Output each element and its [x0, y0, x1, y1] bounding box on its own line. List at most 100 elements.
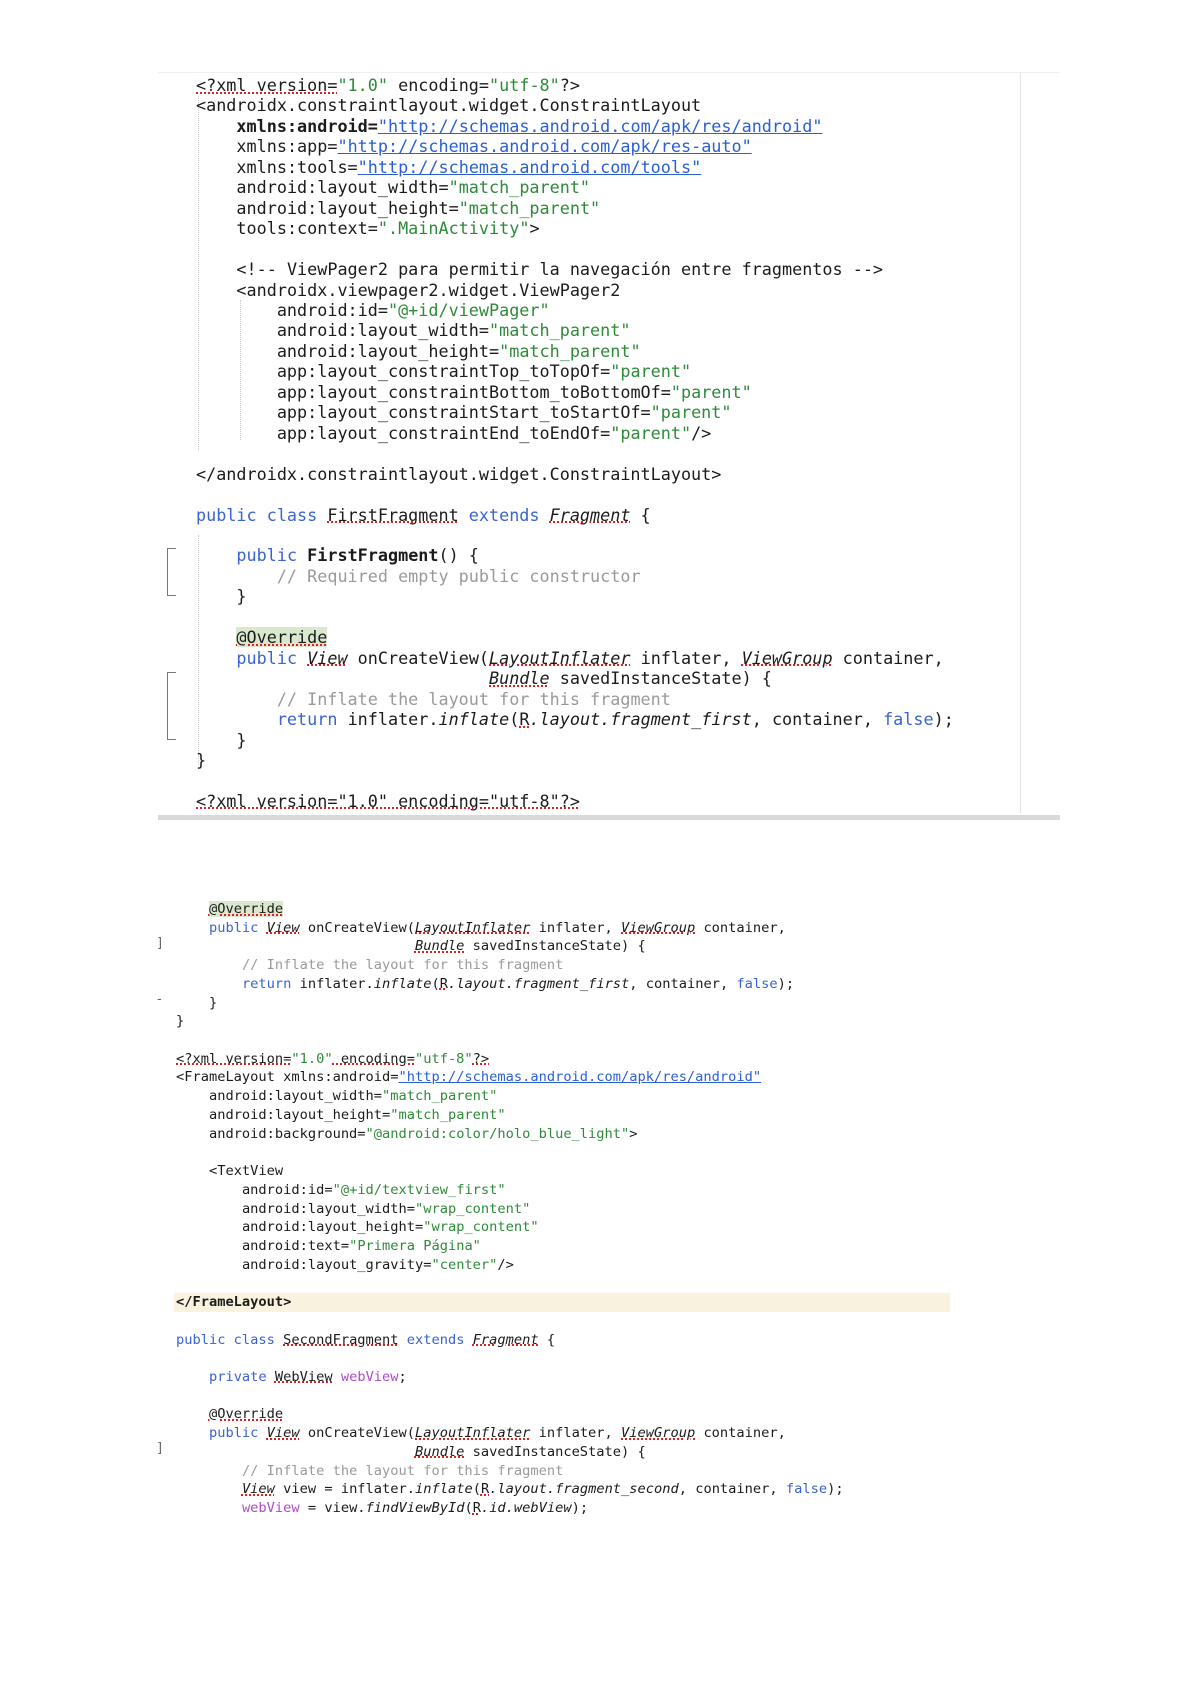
code-token: container,	[695, 1425, 786, 1442]
code-token: extends	[458, 504, 550, 525]
code-line-content: return inflater.inflate(R.layout.fragmen…	[176, 976, 794, 992]
code-token: SecondFragment	[283, 1331, 399, 1348]
code-line-content: android:layout_width="match_parent"	[196, 320, 631, 340]
code-token: />	[691, 422, 712, 443]
code-token: fragment_first	[513, 975, 630, 992]
code-line-content: @Override	[176, 901, 284, 917]
code-token: }	[176, 1013, 185, 1030]
code-line-content: }	[196, 586, 246, 606]
code-line-content: View view = inflater.inflate(R.layout.fr…	[176, 1481, 844, 1497]
code-token: android:layout_height=	[241, 1219, 424, 1236]
code-token: R	[472, 1500, 481, 1516]
code-line: android:id="@+id/textview_first"	[176, 1181, 844, 1200]
code-block-1: <?xml version="1.0" encoding="utf-8"?> <a…	[196, 75, 954, 811]
code-token: false	[785, 1481, 828, 1498]
code-line-content: @Override	[176, 1406, 283, 1422]
fold-marker-icon[interactable]	[167, 548, 176, 596]
fold-marker-icon[interactable]: ]	[157, 936, 162, 951]
editor-right-margin	[1020, 73, 1021, 813]
code-block-2: @Override public View onCreateView(Layou…	[174, 900, 950, 1518]
fold-marker-icon[interactable]: -	[157, 992, 162, 1007]
code-token: http://schemas.android.com/apk/res/andro…	[406, 1069, 753, 1086]
code-token: fragment_first	[610, 709, 752, 730]
code-token: onCreateView(	[347, 647, 490, 668]
code-token: tools:context=	[236, 218, 378, 239]
code-token: .id.	[480, 1500, 514, 1516]
code-token: inflate	[373, 975, 432, 992]
code-line: <androidx.constraintlayout.widget.Constr…	[196, 95, 954, 115]
code-token: inflate	[415, 1481, 473, 1498]
code-line-content: android:layout_height="match_parent"	[176, 1107, 506, 1123]
code-token: "@+id/textview_first"	[332, 1181, 506, 1198]
code-line: public View onCreateView(LayoutInflater …	[176, 919, 844, 938]
code-line: }	[176, 1012, 844, 1031]
fold-marker-icon[interactable]: ]	[157, 1441, 162, 1456]
code-line-content: <androidx.constraintlayout.widget.Constr…	[196, 95, 701, 115]
code-token: savedInstanceState) {	[464, 1443, 646, 1460]
code-token: "center"	[431, 1256, 498, 1273]
code-line-content: <FrameLayout xmlns:android="http://schem…	[176, 1069, 761, 1085]
code-line-content: }	[196, 730, 246, 750]
code-token: xmlns:tools=	[236, 156, 358, 177]
code-token: = view.	[299, 1500, 366, 1516]
code-line: return inflater.inflate(R.layout.fragmen…	[196, 709, 954, 729]
code-line: android:layout_height="match_parent"	[196, 198, 954, 218]
fold-marker-icon[interactable]	[167, 672, 176, 740]
code-line-content: Bundle savedInstanceState) {	[196, 668, 772, 688]
code-line: // Inflate the layout for this fragment	[176, 1462, 844, 1481]
code-token: encoding=	[387, 75, 490, 95]
code-token: "match_parent"	[448, 177, 591, 198]
code-line: }	[196, 750, 954, 770]
code-token: http://schemas.android.com/apk/res/andro…	[387, 115, 813, 136]
code-line: <?xml version="1.0" encoding="utf-8"?>	[196, 791, 954, 811]
code-token: "@android:color/holo_blue_light"	[365, 1125, 630, 1142]
code-token: <androidx.constraintlayout.widget.Constr…	[196, 95, 702, 116]
code-token: public class	[176, 1331, 284, 1348]
code-token: () {	[438, 545, 479, 566]
code-line: public View onCreateView(LayoutInflater …	[176, 1424, 844, 1443]
code-line-content: // Inflate the layout for this fragment	[176, 1463, 563, 1479]
code-token: encoding=	[332, 1050, 415, 1067]
code-token: return	[276, 709, 348, 730]
code-line-content: @Override	[196, 627, 328, 648]
code-token: inflater,	[530, 919, 622, 936]
code-token: (	[472, 1481, 481, 1498]
code-line: android:text="Primera Página"	[176, 1237, 844, 1256]
code-token: {	[538, 1331, 556, 1348]
code-token: R	[439, 975, 448, 992]
code-token: fragment_second	[555, 1481, 679, 1498]
code-token: , container,	[678, 1481, 786, 1498]
code-token: );	[933, 709, 954, 730]
code-token: extends	[398, 1331, 473, 1348]
code-line: android:layout_gravity="center"/>	[176, 1256, 844, 1275]
code-line: // Required empty public constructor	[196, 566, 954, 586]
code-token: savedInstanceState) {	[549, 668, 772, 689]
code-token: </FrameLayout>	[176, 1294, 292, 1311]
code-token: );	[571, 1500, 589, 1516]
code-line-content: public View onCreateView(LayoutInflater …	[196, 647, 943, 668]
code-token: Bundle	[489, 668, 550, 689]
code-token: Fragment	[472, 1331, 539, 1348]
code-line: tools:context=".MainActivity">	[196, 218, 954, 238]
code-line: android:layout_width="wrap_content"	[176, 1200, 844, 1219]
code-token: "	[357, 156, 368, 177]
code-token: <?xml version=	[176, 1050, 292, 1067]
code-token: "1.0"	[291, 1050, 333, 1067]
code-line: android:background="@android:color/holo_…	[176, 1125, 844, 1144]
code-token: "1.0"	[337, 75, 388, 95]
code-line: xmlns:tools="http://schemas.android.com/…	[196, 157, 954, 177]
code-line: @Override	[176, 900, 844, 919]
code-token: FirstFragment	[327, 504, 459, 525]
code-line-content: public View onCreateView(LayoutInflater …	[176, 1425, 786, 1441]
code-token: http://schemas.android.com/tools	[367, 156, 692, 177]
code-line: public FirstFragment() {	[196, 545, 954, 565]
code-token: webView	[241, 1500, 300, 1516]
code-line: </FrameLayout>	[174, 1293, 950, 1312]
code-line: android:layout_width="match_parent"	[176, 1087, 844, 1106]
code-line: app:layout_constraintBottom_toBottomOf="…	[196, 382, 954, 402]
